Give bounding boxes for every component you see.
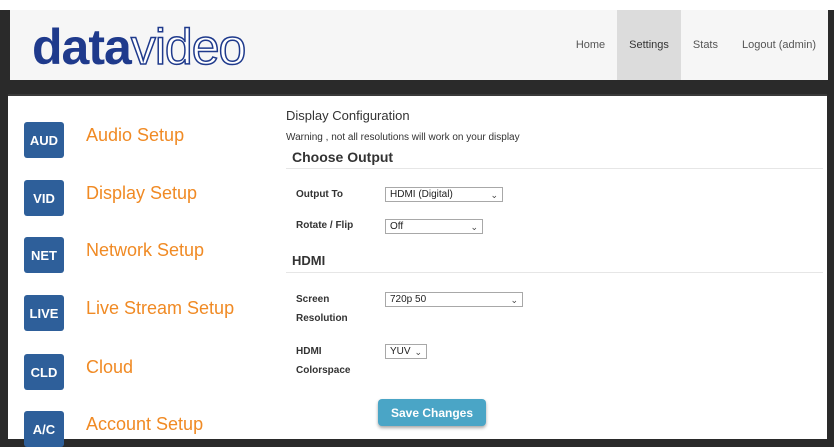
divider <box>286 272 823 273</box>
account-badge-icon: A/C <box>24 411 64 447</box>
logo-text-data: data <box>32 19 132 75</box>
sidebar-item-audio[interactable]: AUD Audio Setup <box>24 112 184 158</box>
datavideo-logo[interactable]: datavideo <box>32 18 247 76</box>
display-badge-icon: VID <box>24 180 64 216</box>
page-title: Display Configuration <box>286 108 410 123</box>
sidebar-item-network[interactable]: NET Network Setup <box>24 227 204 273</box>
network-badge-icon: NET <box>24 237 64 273</box>
hdmi-colorspace-select[interactable]: YUV ⌄ <box>385 344 427 359</box>
chevron-down-icon: ⌄ <box>510 295 518 305</box>
sidebar-item-live-stream[interactable]: LIVE Live Stream Setup <box>24 285 234 331</box>
chevron-down-icon: ⌄ <box>490 190 498 200</box>
logo-text-video: video <box>130 18 247 76</box>
audio-badge-icon: AUD <box>24 122 64 158</box>
screen-resolution-label-line2: Resolution <box>296 313 348 324</box>
rotate-flip-label: Rotate / Flip <box>296 220 354 231</box>
header: datavideo Home Settings Stats Logout (ad… <box>10 10 828 80</box>
output-to-select[interactable]: HDMI (Digital) ⌄ <box>385 187 503 202</box>
hdmi-colorspace-label-line2: Colorspace <box>296 365 351 376</box>
top-nav: Home Settings Stats Logout (admin) <box>564 10 828 80</box>
nav-settings[interactable]: Settings <box>617 10 681 80</box>
sidebar-item-account[interactable]: A/C Account Setup <box>24 401 203 447</box>
header-divider <box>0 80 834 94</box>
chevron-down-icon: ⌄ <box>414 347 422 357</box>
nav-stats[interactable]: Stats <box>681 10 730 80</box>
content-area: AUD Audio Setup VID Display Setup NET Ne… <box>8 94 827 447</box>
live-badge-icon: LIVE <box>24 295 64 331</box>
sidebar-item-label: Account Setup <box>86 413 204 434</box>
chevron-down-icon: ⌄ <box>470 222 478 232</box>
display-config-panel: Display Configuration Warning , not all … <box>278 96 823 439</box>
rotate-flip-select[interactable]: Off ⌄ <box>385 219 483 234</box>
sidebar-item-label: Network Setup <box>86 239 205 260</box>
hdmi-heading: HDMI <box>292 253 326 268</box>
sidebar-item-label: Audio Setup <box>86 124 185 145</box>
sidebar-item-display[interactable]: VID Display Setup <box>24 170 197 216</box>
screen-resolution-label-line1: Screen <box>296 294 330 305</box>
nav-logout[interactable]: Logout (admin) <box>730 10 828 80</box>
warning-text: Warning , not all resolutions will work … <box>286 132 520 143</box>
hdmi-colorspace-label-line1: HDMI <box>296 346 322 357</box>
divider <box>286 168 823 169</box>
choose-output-heading: Choose Output <box>292 149 394 165</box>
screen-resolution-value: 720p 50 <box>390 294 427 305</box>
save-changes-button[interactable]: Save Changes <box>378 399 486 426</box>
sidebar-item-label: Cloud <box>86 356 134 377</box>
output-to-value: HDMI (Digital) <box>390 189 453 200</box>
output-to-label: Output To <box>296 189 344 200</box>
screen-resolution-select[interactable]: 720p 50 ⌄ <box>385 292 523 307</box>
hdmi-colorspace-value: YUV <box>390 346 411 357</box>
sidebar-item-label: Live Stream Setup <box>86 297 235 318</box>
nav-home[interactable]: Home <box>564 10 617 80</box>
sidebar-item-cloud[interactable]: CLD Cloud <box>24 344 133 390</box>
cloud-badge-icon: CLD <box>24 354 64 390</box>
rotate-flip-value: Off <box>390 221 404 232</box>
sidebar-item-label: Display Setup <box>86 182 198 203</box>
